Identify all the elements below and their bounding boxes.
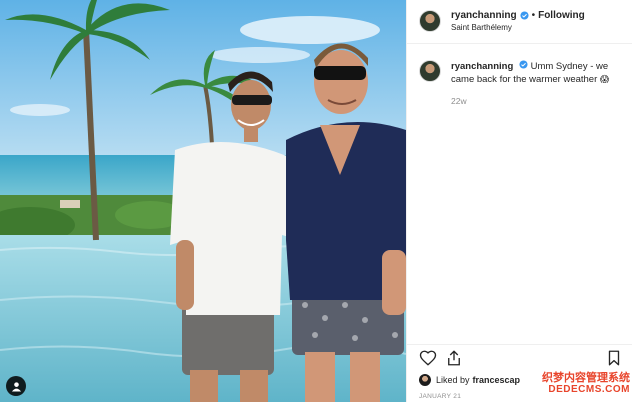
post-sidebar: ryanchanning • Following Saint Barthélem…: [406, 0, 632, 402]
bookmark-icon[interactable]: [605, 349, 623, 367]
watermark-en: DEDECMS.COM: [548, 384, 630, 395]
post-date: JANUARY 21: [419, 393, 462, 400]
liker-avatar[interactable]: [419, 374, 431, 386]
caption-timestamp[interactable]: 22w: [451, 96, 467, 106]
post-header: ryanchanning • Following Saint Barthélem…: [407, 0, 632, 44]
verified-badge-icon: [519, 60, 528, 69]
photo-image: [0, 0, 406, 402]
following-button[interactable]: Following: [538, 10, 585, 21]
location-link[interactable]: Saint Barthélemy: [451, 23, 512, 32]
user-tag-icon[interactable]: [6, 376, 26, 396]
avatar[interactable]: [419, 60, 441, 82]
likes-prefix: Liked by: [436, 375, 470, 385]
share-icon[interactable]: [445, 349, 463, 367]
watermark: 织梦内容管理系统 DEDECMS.COM: [542, 372, 630, 396]
post-photo[interactable]: [0, 0, 406, 402]
likes-line: Liked by francescap: [419, 374, 520, 386]
caption-body: ryanchanning Umm Sydney - we came back f…: [451, 60, 621, 86]
header-separator: •: [531, 10, 536, 21]
caption-username[interactable]: ryanchanning: [451, 61, 513, 72]
watermark-cn: 织梦内容管理系统: [542, 372, 630, 384]
header-username[interactable]: ryanchanning: [451, 10, 517, 21]
liker-username[interactable]: francescap: [473, 375, 521, 385]
header-line: ryanchanning • Following: [451, 10, 585, 21]
action-bar: [407, 344, 632, 370]
caption-emoji: 😱: [599, 74, 610, 84]
avatar[interactable]: [419, 10, 441, 32]
verified-badge-icon: [520, 11, 529, 20]
heart-icon[interactable]: [419, 349, 437, 367]
